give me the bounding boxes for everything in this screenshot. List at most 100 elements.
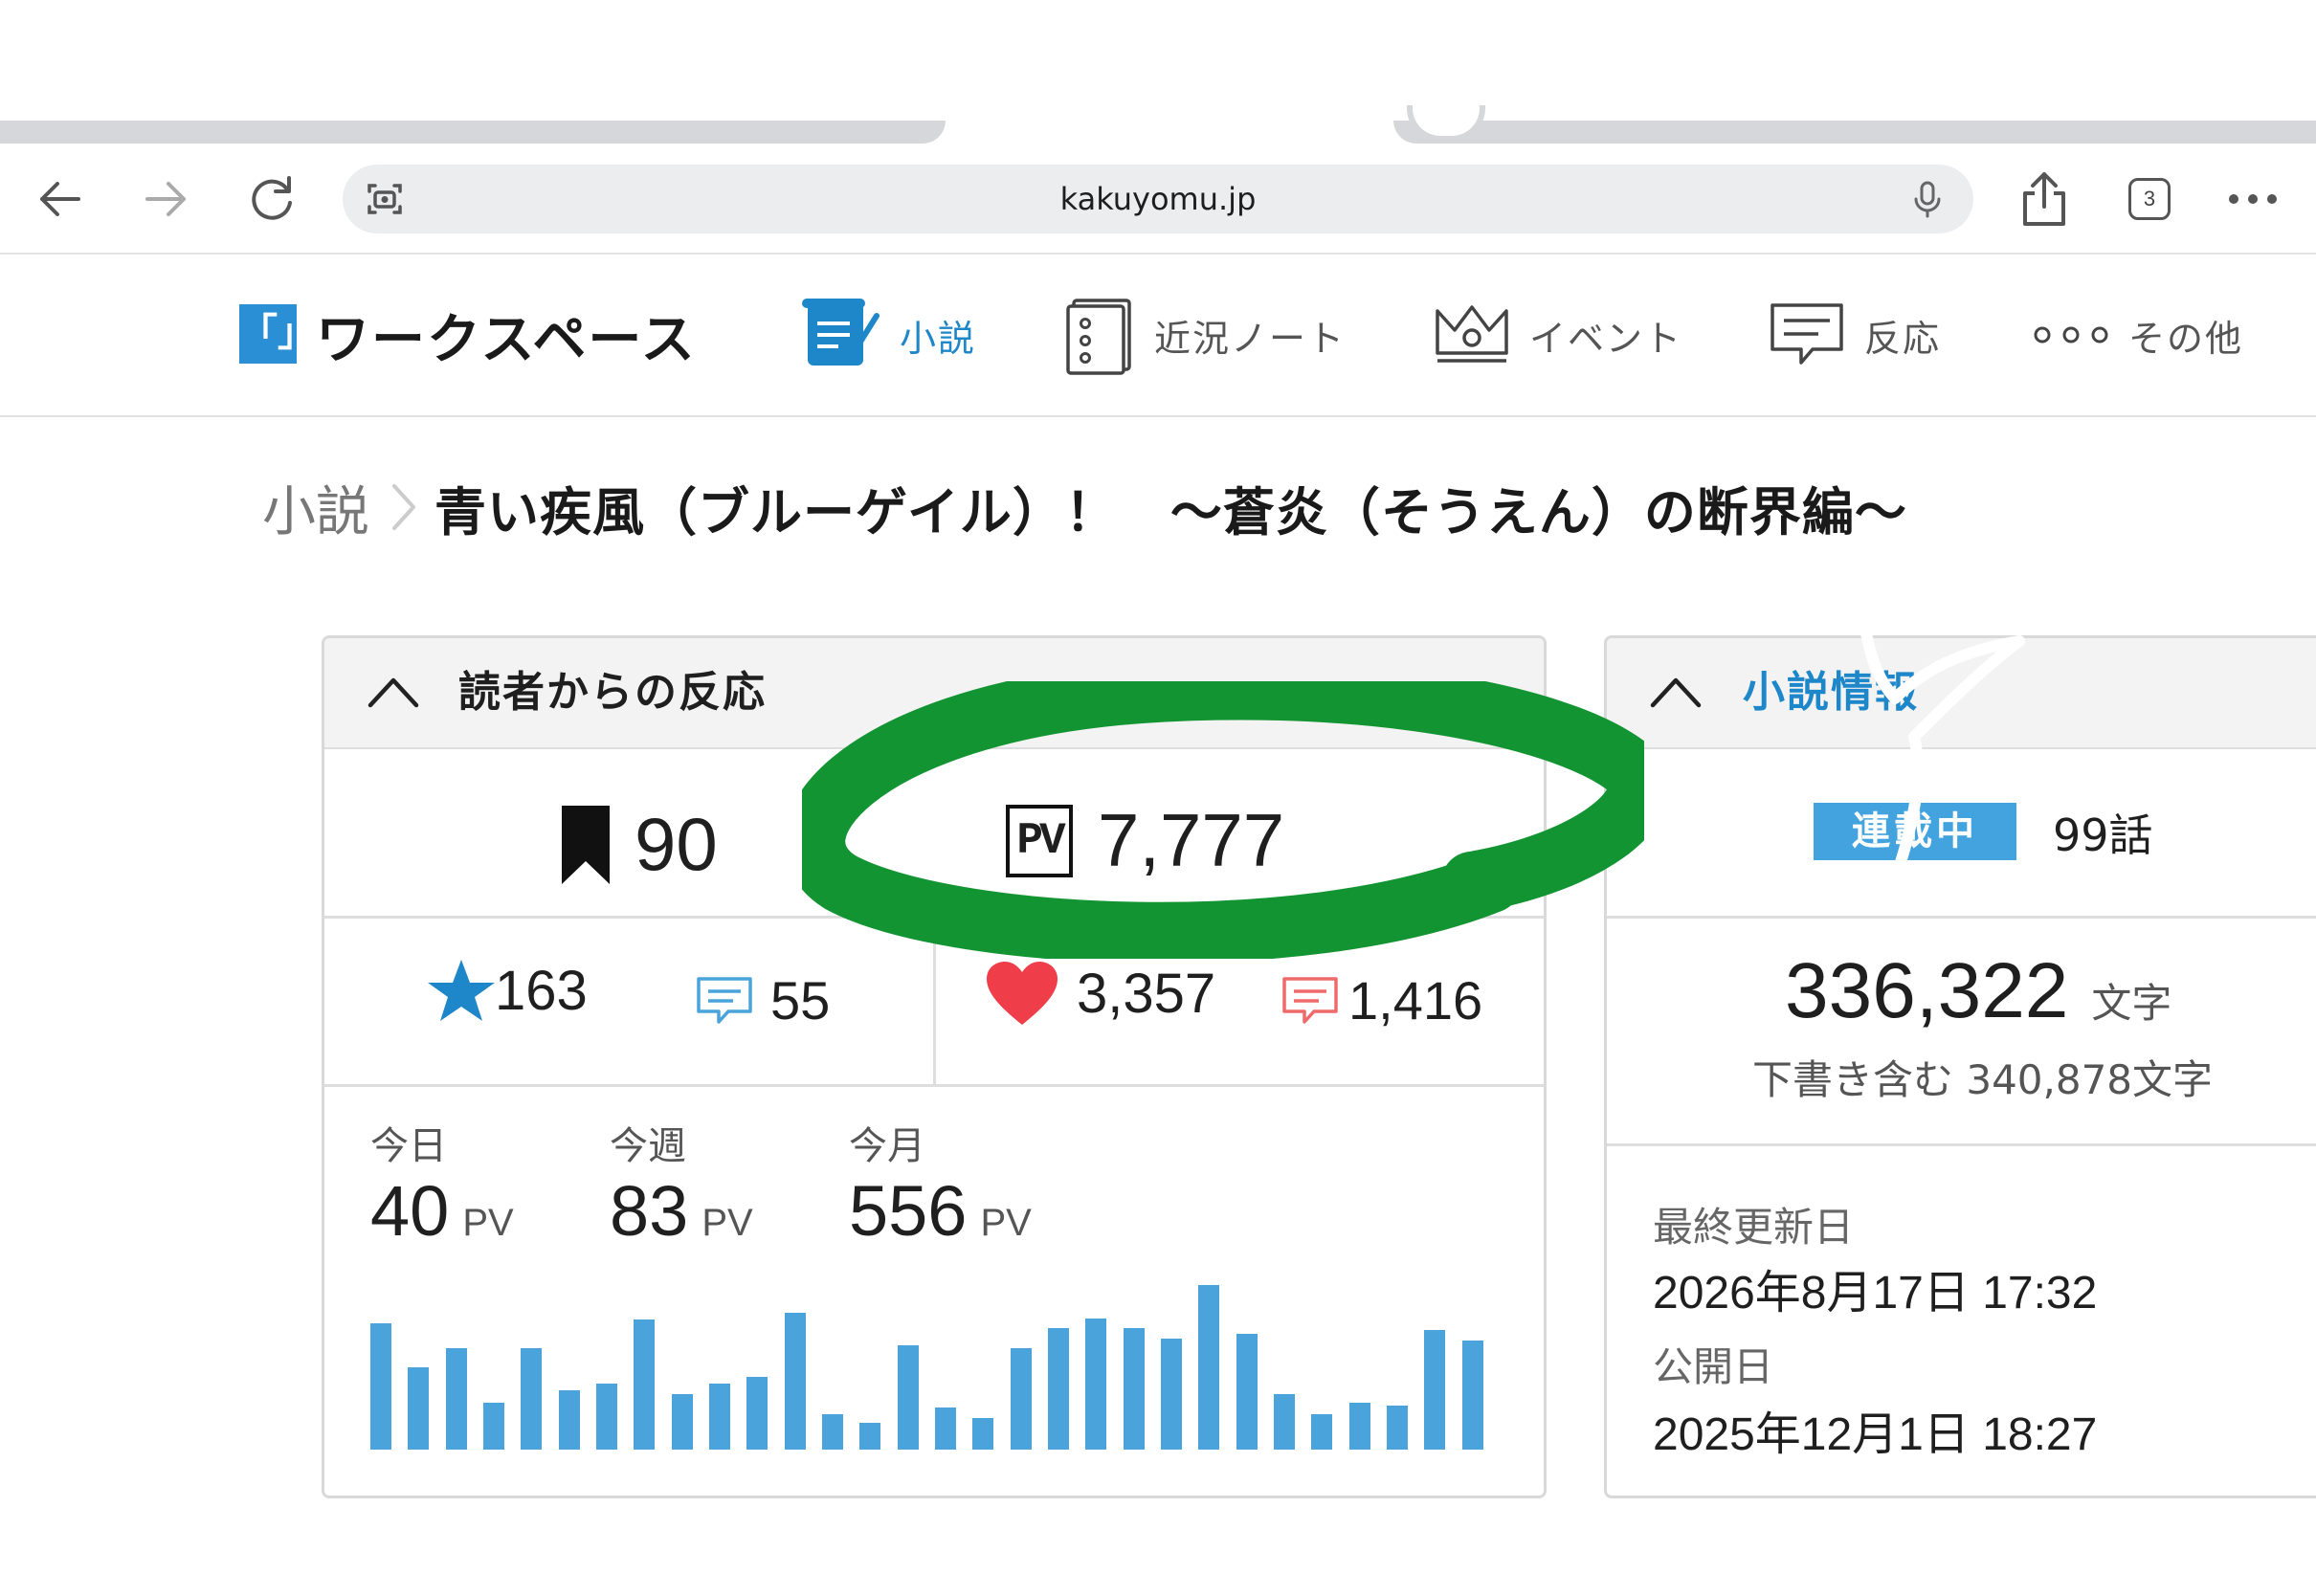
- workspace-logo[interactable]: 「」: [239, 304, 316, 364]
- pv-bar: [634, 1319, 656, 1450]
- pv-bar: [483, 1402, 504, 1450]
- nav-activity-notes[interactable]: 近況ノート: [1064, 289, 1346, 381]
- nav-reactions-label: 反応: [1864, 317, 1942, 360]
- back-button[interactable]: [29, 168, 90, 230]
- tab-left[interactable]: [0, 121, 946, 144]
- site-header: 「」 ワークスペース 小説 近況ノート イベント 反応 その他: [0, 255, 2316, 417]
- chevron-up-icon: [1650, 677, 1702, 708]
- period-label: 今週: [610, 1124, 686, 1168]
- green-marker-circle: [802, 681, 1644, 959]
- share-icon: [2023, 172, 2065, 226]
- reload-icon: [252, 176, 292, 220]
- crown-icon: [1436, 305, 1508, 363]
- period-value: 83: [610, 1171, 689, 1251]
- forward-arrow-icon: [145, 182, 186, 216]
- nav-activity-notes-label: 近況ノート: [1154, 317, 1347, 360]
- notebook-icon: [1066, 299, 1131, 375]
- episode-count: 99話: [2053, 809, 2153, 861]
- pv-bar: [1387, 1406, 1408, 1450]
- bookmark-stat: 90: [562, 801, 718, 888]
- daily-pv-chart: [370, 1281, 1500, 1450]
- pv-bar: [1348, 1402, 1370, 1450]
- period-month: 今月 556 PV: [849, 1115, 1032, 1252]
- tab-right[interactable]: [1393, 121, 2316, 144]
- period-unit: PV: [462, 1202, 514, 1244]
- period-today: 今日 40 PV: [370, 1115, 514, 1252]
- heart-stat: 3,357: [985, 960, 1215, 1027]
- pv-bar: [1311, 1414, 1333, 1450]
- pv-bar: [935, 1408, 956, 1450]
- pv-bar: [558, 1390, 580, 1450]
- nav-novel-label: 小説: [900, 317, 977, 360]
- bookmark-icon: [562, 805, 610, 884]
- pv-bar: [521, 1348, 543, 1450]
- period-value: 556: [849, 1171, 968, 1251]
- pv-bar: [1424, 1330, 1446, 1450]
- period-label: 今月: [849, 1124, 925, 1168]
- address-bar[interactable]: kakuyomu.jp: [343, 165, 1973, 233]
- pv-bar: [859, 1422, 881, 1450]
- white-scribble-overlay: [1860, 632, 2025, 880]
- chevron-right-icon: [392, 484, 415, 530]
- period-week: 今週 83 PV: [610, 1115, 753, 1252]
- comment-count: 1,416: [1348, 970, 1483, 1031]
- nav-novel[interactable]: 小説: [800, 289, 976, 381]
- comment-box-icon: [1770, 303, 1843, 365]
- url-text: kakuyomu.jp: [1059, 181, 1257, 217]
- nav-other-label: その他: [2128, 317, 2244, 360]
- pv-bar: [1198, 1284, 1220, 1450]
- review-stat: 55: [696, 969, 830, 1031]
- pv-bar: [709, 1384, 730, 1450]
- breadcrumb: 小説 青い疾風（ブルーゲイル）！ ～蒼炎（そうえん）の断界編～: [262, 469, 1907, 545]
- scroll-quill-icon: [802, 299, 880, 366]
- microphone-icon[interactable]: [1906, 178, 1949, 220]
- divider: [1607, 1143, 2316, 1146]
- reload-button[interactable]: [241, 168, 302, 230]
- more-menu-button[interactable]: [2222, 168, 2283, 230]
- pv-bar: [1236, 1333, 1258, 1450]
- pv-bar: [746, 1377, 768, 1450]
- review-comment-icon: [697, 976, 752, 1024]
- breadcrumb-title: 青い疾風（ブルーゲイル）！ ～蒼炎（そうえん）の断界編～: [434, 481, 1907, 543]
- period-unit: PV: [701, 1202, 753, 1244]
- pv-bar: [671, 1393, 693, 1450]
- tabs-button[interactable]: 3: [2119, 168, 2180, 230]
- pv-bar: [972, 1417, 994, 1450]
- heart-count: 3,357: [1077, 962, 1216, 1025]
- nav-events-label: イベント: [1529, 317, 1683, 360]
- pv-bar: [370, 1323, 391, 1450]
- pv-bar: [1461, 1340, 1483, 1450]
- pv-bar: [822, 1414, 843, 1450]
- share-button[interactable]: [2014, 168, 2075, 230]
- breadcrumb-root[interactable]: 小説: [262, 469, 369, 546]
- reactions-card-title: 読者からの反応: [458, 668, 767, 717]
- nav-reactions[interactable]: 反応: [1769, 289, 1941, 381]
- comment-icon: [1282, 976, 1338, 1024]
- pv-bar: [1048, 1328, 1069, 1450]
- ellipsis-icon: [2229, 194, 2277, 204]
- divider: [324, 1084, 1544, 1087]
- heart-icon: [987, 962, 1058, 1025]
- pv-bar: [596, 1384, 617, 1450]
- workspace-title[interactable]: ワークスペース: [316, 297, 697, 374]
- star-icon: [428, 960, 495, 1021]
- char-count: 336,322: [1785, 947, 2069, 1034]
- bookmark-count: 90: [635, 802, 718, 886]
- browser-toolbar: kakuyomu.jp 3: [0, 144, 2316, 255]
- nav-other[interactable]: その他: [2033, 289, 2243, 381]
- forward-button[interactable]: [136, 168, 197, 230]
- published-label: 公開日: [1653, 1343, 1774, 1390]
- published-value: 2025年12月1日 18:27: [1653, 1409, 2098, 1460]
- period-label: 今日: [370, 1124, 447, 1168]
- pv-bar: [1010, 1348, 1032, 1450]
- nav-events[interactable]: イベント: [1434, 289, 1682, 381]
- tab-strip: [0, 0, 2316, 144]
- divider: [1607, 916, 2316, 919]
- pv-bar: [897, 1344, 919, 1450]
- star-stat: 163: [428, 958, 588, 1023]
- draft-note: 下書き含む 340,878文字: [1752, 1056, 2214, 1103]
- updated-value: 2026年8月17日 17:32: [1653, 1268, 2098, 1319]
- tab-count: 3: [2143, 187, 2156, 211]
- back-arrow-icon: [40, 182, 80, 216]
- pv-bar: [784, 1313, 806, 1450]
